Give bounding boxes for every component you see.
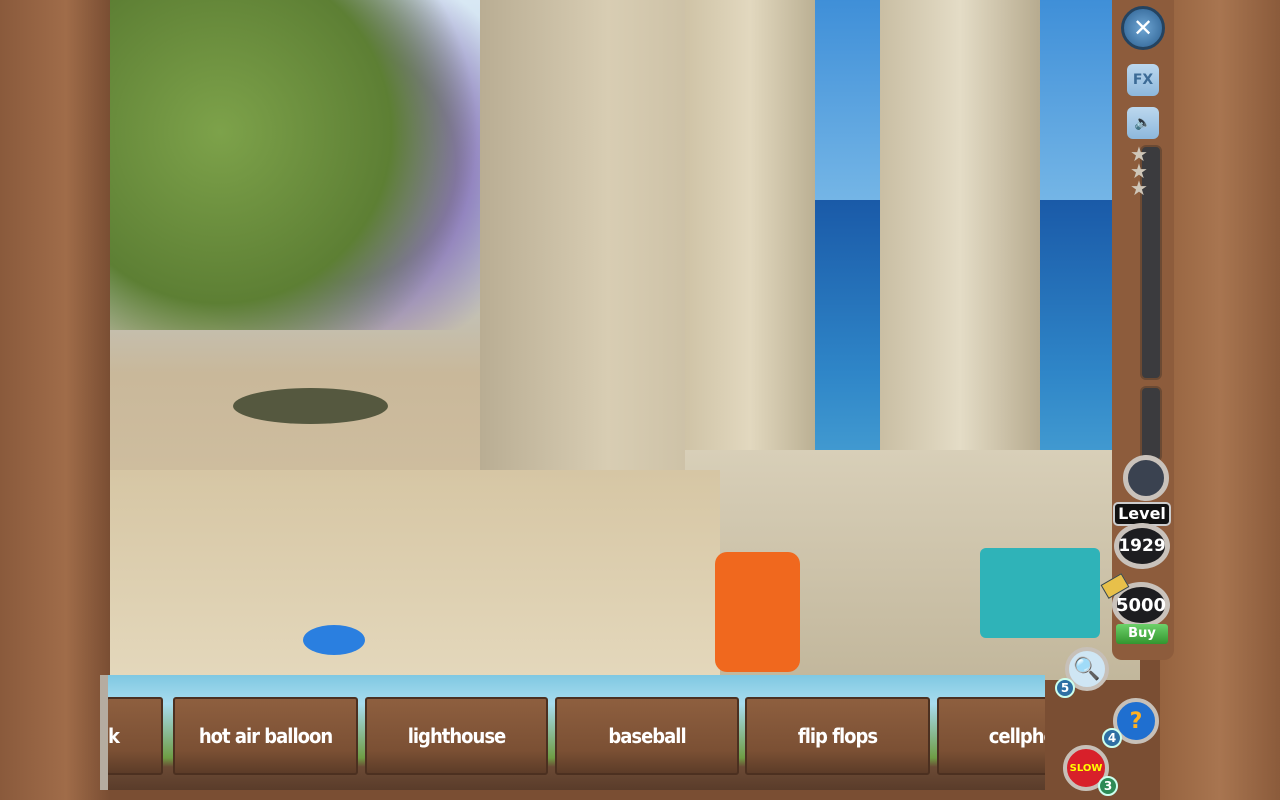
terrace-floor xyxy=(100,470,720,680)
stone-pillar xyxy=(880,0,1040,520)
speaker-icon: 🔈 xyxy=(1134,115,1152,131)
buy-button[interactable]: Buy xyxy=(1116,624,1168,644)
sound-button[interactable]: 🔈 xyxy=(1127,107,1159,139)
progress-track-lower xyxy=(1140,386,1162,462)
item-list-entry: baseball xyxy=(555,697,739,775)
star-icon: ★ xyxy=(1130,176,1148,200)
item-list-entry: hot air balloon xyxy=(173,697,358,775)
cafe-table[interactable] xyxy=(233,388,388,424)
item-list-entry: k xyxy=(108,697,163,775)
level-value: 1929 xyxy=(1114,523,1170,569)
magnifier-icon: 🔍 xyxy=(1073,656,1101,682)
magnifier-count-badge: 5 xyxy=(1055,678,1075,698)
item-list-entry: cellpho xyxy=(937,697,1045,775)
stone-arch xyxy=(685,0,815,520)
progress-orb xyxy=(1123,455,1169,501)
fx-button[interactable]: FX xyxy=(1127,64,1159,96)
question-icon: ? xyxy=(1129,708,1143,734)
slow-count-badge: 3 xyxy=(1098,776,1118,796)
life-vest[interactable] xyxy=(715,552,800,672)
wisteria-trees xyxy=(100,0,500,330)
left-cliff-decoration xyxy=(0,0,110,800)
right-cliff-decoration xyxy=(1160,0,1280,800)
question-count-badge: 4 xyxy=(1102,728,1122,748)
item-list-bar: k hot air balloon lighthouse baseball fl… xyxy=(100,675,1045,790)
close-button[interactable]: ✕ xyxy=(1121,6,1165,50)
swim-shorts[interactable] xyxy=(980,548,1100,638)
close-icon: ✕ xyxy=(1132,14,1154,42)
item-list-entry: lighthouse xyxy=(365,697,548,775)
hidden-object-scene[interactable] xyxy=(100,0,1140,680)
frisbee[interactable] xyxy=(303,625,365,655)
item-list-entry: flip flops xyxy=(745,697,930,775)
